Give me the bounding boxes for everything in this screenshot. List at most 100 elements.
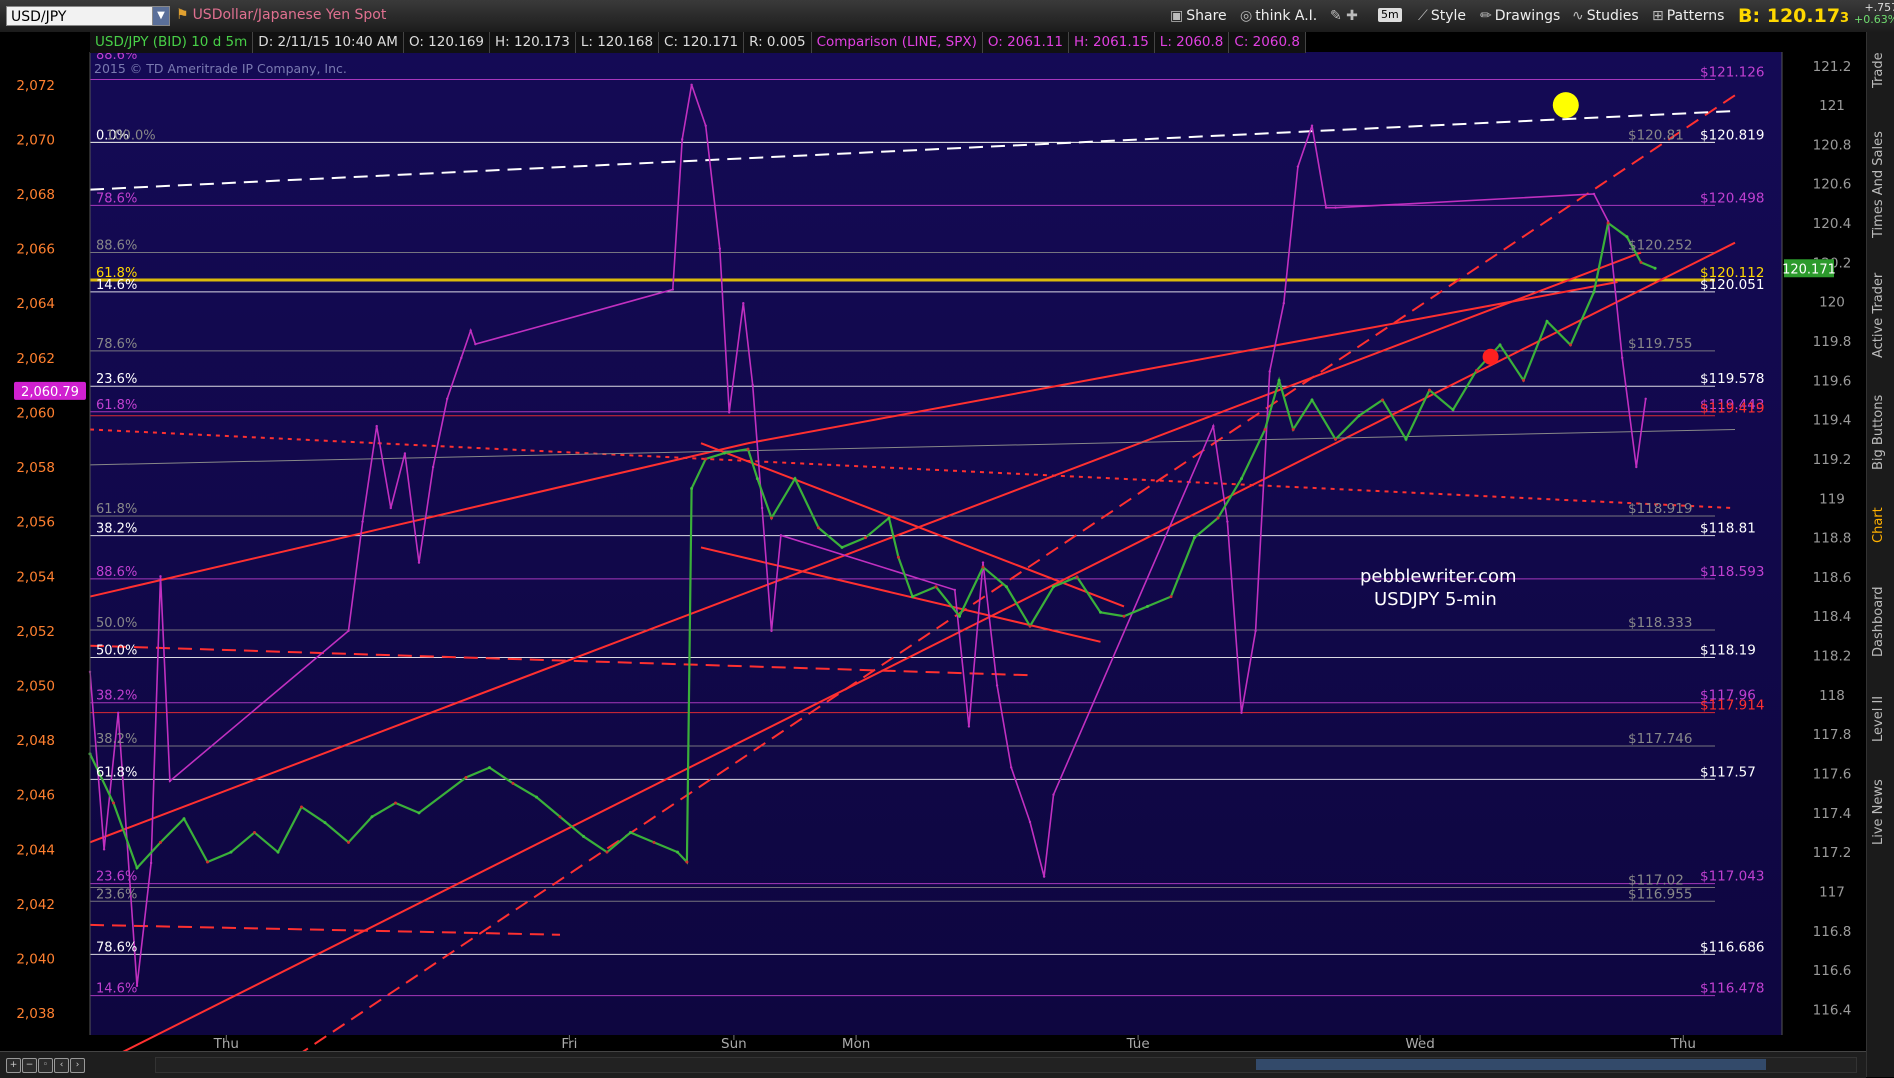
usdjpy-point-71 [1639,260,1643,264]
nav-active-trader[interactable]: Active Trader [1871,260,1891,370]
spx-point-43 [1296,165,1300,168]
usdjpy-point-49 [1169,595,1173,599]
patterns-button[interactable]: ⊞ Patterns [1652,6,1724,26]
share-label: Share [1186,8,1227,24]
fib-label-2: 100.0% [106,128,156,143]
x-tick-6: Thu [1670,1036,1696,1051]
scrollbar-thumb[interactable] [1256,1059,1766,1070]
spx-point-34 [1028,820,1032,824]
right-tick-20: 120.4 [1813,216,1852,232]
left-tick-13: 2,064 [16,296,55,312]
bid-value: 120.17 [1766,5,1841,27]
right-tick-11: 118.6 [1813,570,1852,586]
think-ai-button[interactable]: ◎ think A.I. [1240,6,1317,26]
spx-point-41 [1268,370,1271,373]
right-tick-24: 121.2 [1813,59,1852,75]
spx-point-7 [347,629,350,633]
spx-point-2 [117,711,120,714]
horizontal-scrollbar[interactable] [155,1057,1857,1073]
last-price-text: 120.171 [1782,262,1836,277]
fib-label-16: 38.2% [96,732,137,747]
spx-point-24 [742,302,745,305]
nav-times-and-sales[interactable]: Times And Sales [1871,120,1891,250]
level-label-3: $120.498 [1700,190,1764,206]
drawings-label: Drawings [1494,8,1561,24]
level-label-1: $120.81 [1628,127,1684,143]
info-title: USD/JPY (BID) 10 d 5m [90,32,254,53]
usdjpy-point-24 [676,850,679,854]
usdjpy-point-43 [1028,624,1032,628]
usdjpy-point-32 [793,477,797,481]
right-tick-4: 117.2 [1813,845,1852,861]
level-label-0: $121.126 [1700,65,1764,81]
patterns-label: Patterns [1666,8,1725,24]
left-tick-2: 2,042 [16,897,55,913]
nav-dashboard[interactable]: Dashboard [1871,572,1891,672]
zoom-out-icon[interactable]: − [22,1058,37,1073]
usdjpy-point-14 [417,811,421,815]
usdjpy-point-47 [1122,614,1126,618]
usdjpy-point-58 [1357,414,1361,418]
spx-point-10 [389,506,392,510]
tools-icons[interactable]: ✎ ✚ [1330,6,1361,26]
change-pct: +0.63% [1854,13,1894,26]
usdjpy-point-51 [1216,516,1220,520]
nav-level-ii[interactable]: Level II [1871,684,1891,754]
share-button[interactable]: ▣ Share [1170,6,1227,26]
left-tick-10: 2,058 [16,460,55,476]
fib-label-18: 23.6% [96,870,137,885]
spx-point-13 [431,465,435,469]
nav-trade[interactable]: Trade [1871,40,1891,100]
right-tick-3: 117 [1819,884,1845,900]
symbol-dropdown-icon[interactable]: ▼ [152,6,170,26]
patterns-icon: ⊞ [1652,8,1664,24]
right-tick-0: 116.4 [1813,1002,1852,1018]
scroll-right-icon[interactable]: › [70,1058,85,1073]
zoom-in-icon[interactable]: + [6,1058,21,1073]
spx-marker-text: 2,060.79 [21,385,79,400]
fib-label-8: 23.6% [96,372,137,387]
spx-point-12 [417,561,421,564]
right-tick-23: 121 [1819,98,1845,114]
studies-button[interactable]: ∿ Studies [1572,6,1639,26]
spx-point-35 [1042,875,1046,878]
usdjpy-point-54 [1277,378,1281,382]
fib-label-11: 38.2% [96,522,137,537]
style-button[interactable]: ⟋ Style [1418,6,1466,26]
spx-point-15 [460,356,463,360]
left-tick-11: 2,060 [16,405,55,421]
spx-point-49 [1621,356,1624,360]
usdjpy-point-9 [300,805,303,809]
reset-icon[interactable]: ◦ [38,1058,53,1073]
nav-live-news[interactable]: Live News [1871,767,1891,857]
right-tick-6: 117.6 [1813,767,1852,783]
spx-point-4 [149,861,153,865]
usdjpy-point-7 [253,831,256,835]
left-tick-3: 2,044 [16,842,55,858]
drawings-button[interactable]: ✏ Drawings [1480,6,1560,26]
usdjpy-point-3 [159,840,162,844]
usdjpy-point-42 [1005,585,1008,589]
symbol-input[interactable]: USD/JPY [6,6,156,26]
info-cmp-low: L: 2060.8 [1154,32,1230,53]
level-label-2: $120.819 [1700,127,1764,143]
scroll-left-icon[interactable]: ‹ [54,1058,69,1073]
usdjpy-point-11 [347,840,350,844]
spx-point-45 [1324,206,1328,209]
watermark-line-2: USDJPY 5-min [1374,589,1497,610]
left-tick-6: 2,050 [16,678,55,694]
usdjpy-point-63 [1475,368,1478,372]
usdjpy-point-21 [605,850,609,854]
usdjpy-point-34 [840,545,844,549]
top-toolbar: USD/JPY ▼ ⚑ USDollar/Japanese Yen Spot ▣ S… [0,0,1894,33]
spx-point-40 [1254,629,1257,633]
price-chart[interactable]: 88.6%0.0%100.0%78.6%88.6%61.8%14.6%78.6%… [0,32,1866,1051]
info-cmp-close: C: 2060.8 [1229,32,1306,53]
think-icon: ◎ [1240,8,1253,24]
usdjpy-point-25 [685,860,689,864]
spx-point-39 [1240,711,1243,714]
x-tick-2: Sun [721,1036,747,1051]
nav-big-buttons[interactable]: Big Buttons [1871,382,1891,482]
nav-chart[interactable]: Chart [1871,490,1891,560]
interval-button[interactable]: 5m [1378,8,1402,22]
